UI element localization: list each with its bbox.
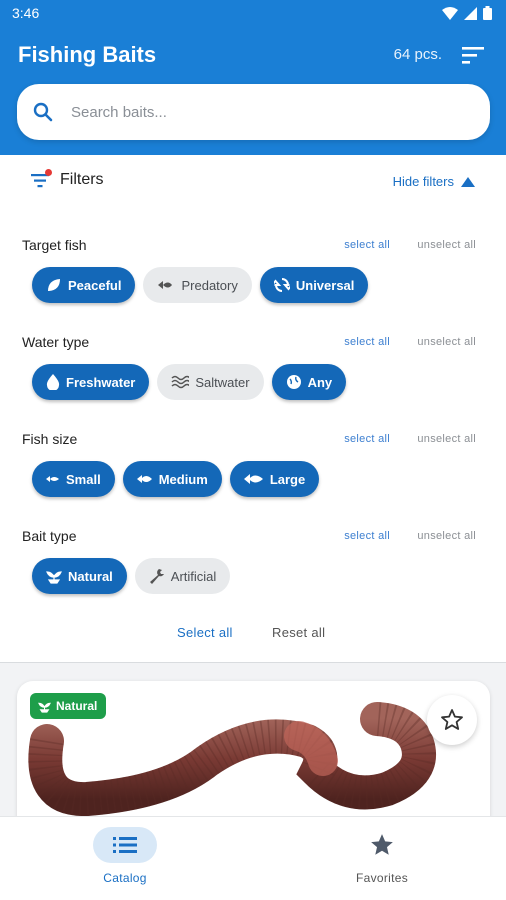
filter-active-dot bbox=[45, 169, 52, 176]
nav-catalog[interactable]: Catalog bbox=[65, 827, 185, 885]
waves-icon bbox=[171, 375, 190, 389]
unselect-all-link[interactable]: unselect all bbox=[417, 433, 476, 445]
badge-label: Natural bbox=[56, 699, 98, 713]
filters-title: Filters bbox=[60, 171, 104, 188]
nav-indicator bbox=[93, 827, 157, 863]
star-outline-icon bbox=[441, 709, 463, 730]
unselect-all-link[interactable]: unselect all bbox=[417, 239, 476, 251]
status-icons bbox=[442, 6, 492, 20]
group-title: Bait type bbox=[22, 528, 77, 544]
chip-universal[interactable]: Universal bbox=[259, 267, 369, 303]
nav-favorites-label: Favorites bbox=[355, 871, 409, 885]
leaf-icon bbox=[48, 279, 60, 291]
sort-icon[interactable] bbox=[460, 44, 486, 66]
chip-predatory[interactable]: Predatory bbox=[143, 267, 252, 303]
fish-large-icon bbox=[243, 474, 263, 484]
group-title: Fish size bbox=[22, 431, 78, 447]
status-time: 3:46 bbox=[12, 5, 40, 21]
chip-label: Peaceful bbox=[68, 277, 122, 293]
bait-count: 64 pcs. bbox=[393, 46, 442, 63]
battery-icon bbox=[483, 6, 492, 20]
signal-icon bbox=[464, 6, 477, 20]
chip-label: Universal bbox=[295, 277, 355, 293]
hide-filters-button[interactable]: Hide filters bbox=[393, 174, 476, 189]
hide-filters-label: Hide filters bbox=[392, 174, 454, 189]
fish-small-icon bbox=[46, 476, 59, 482]
wrench-icon bbox=[149, 569, 164, 584]
app-title: Fishing Baits bbox=[18, 42, 157, 67]
fish-hook-icon bbox=[158, 281, 173, 289]
status-bar: 3:46 bbox=[0, 0, 506, 28]
nav-favorites[interactable]: Favorites bbox=[322, 827, 442, 885]
chip-label: Predatory bbox=[181, 277, 238, 293]
chip-label: Saltwater bbox=[195, 374, 250, 390]
list-icon bbox=[113, 837, 137, 853]
select-all-link[interactable]: select all bbox=[344, 336, 390, 348]
select-all-button[interactable]: Select all bbox=[177, 625, 233, 640]
nav-catalog-label: Catalog bbox=[103, 871, 147, 885]
nav-indicator bbox=[350, 827, 414, 863]
fish-medium-icon bbox=[136, 475, 152, 483]
sync-icon bbox=[273, 278, 290, 292]
chip-label: Artificial bbox=[170, 568, 217, 584]
filters-header: Filters bbox=[30, 169, 104, 189]
bottom-navigation: Catalog Favorites bbox=[0, 816, 506, 900]
group-title: Target fish bbox=[22, 237, 87, 253]
chevron-up-icon bbox=[461, 176, 475, 187]
sprout-icon bbox=[38, 702, 51, 713]
app-header: 3:46 Fishing Baits 64 pcs. bbox=[0, 0, 506, 155]
chip-label: Any bbox=[307, 374, 333, 390]
chip-label: Freshwater bbox=[66, 374, 136, 390]
select-all-link[interactable]: select all bbox=[344, 239, 390, 251]
reset-all-button[interactable]: Reset all bbox=[272, 625, 325, 640]
water-drop-icon bbox=[46, 374, 60, 390]
unselect-all-link[interactable]: unselect all bbox=[417, 530, 476, 542]
select-all-link[interactable]: select all bbox=[344, 433, 390, 445]
search-bar[interactable] bbox=[17, 84, 490, 140]
sprout-icon bbox=[46, 571, 62, 584]
chip-label: Natural bbox=[68, 568, 113, 584]
chip-freshwater[interactable]: Freshwater bbox=[32, 364, 150, 400]
chip-label: Large bbox=[269, 471, 306, 487]
search-icon bbox=[33, 102, 53, 122]
star-icon bbox=[371, 834, 393, 855]
filters-panel: Filters Hide filters Target fish select … bbox=[0, 155, 506, 663]
chip-natural[interactable]: Natural bbox=[32, 558, 127, 594]
chip-peaceful[interactable]: Peaceful bbox=[32, 267, 136, 303]
unselect-all-link[interactable]: unselect all bbox=[417, 336, 476, 348]
wifi-icon bbox=[442, 6, 458, 20]
chip-label: Small bbox=[66, 471, 101, 487]
select-all-link[interactable]: select all bbox=[344, 530, 390, 542]
group-title: Water type bbox=[22, 334, 90, 350]
globe-icon bbox=[286, 375, 301, 389]
filter-icon bbox=[30, 169, 52, 189]
chip-label: Medium bbox=[158, 471, 208, 487]
bait-type-badge: Natural bbox=[30, 693, 107, 719]
chip-large[interactable]: Large bbox=[229, 461, 320, 497]
chip-small[interactable]: Small bbox=[32, 461, 115, 497]
chip-medium[interactable]: Medium bbox=[122, 461, 222, 497]
chip-saltwater[interactable]: Saltwater bbox=[157, 364, 264, 400]
favorite-button[interactable] bbox=[427, 695, 477, 745]
search-input[interactable] bbox=[71, 101, 451, 123]
chip-any[interactable]: Any bbox=[271, 364, 347, 400]
chip-artificial[interactable]: Artificial bbox=[134, 558, 231, 594]
